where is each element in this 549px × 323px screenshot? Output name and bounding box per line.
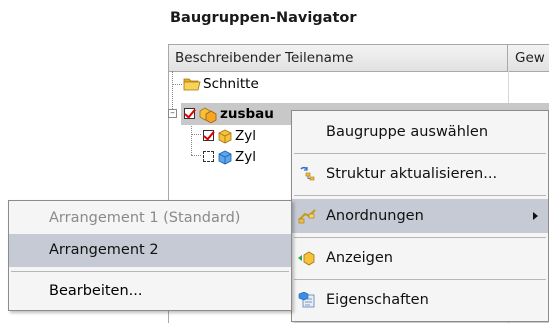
menu-item-refresh-structure[interactable]: Struktur aktualisieren... [292,157,548,191]
menu-item-label: Baugruppe auswählen [326,124,489,140]
properties-icon [298,292,315,308]
panel-title: Baugruppen-Navigator [170,10,357,26]
tree-row-label: Zyl [235,149,256,165]
submenu-item-label: Bearbeiten... [49,283,143,299]
menu-item-show[interactable]: Anzeigen [292,241,548,275]
column-header-weight[interactable]: Gew [515,45,545,71]
folder-open-icon [183,78,201,91]
tree-row-label: Schnitte [203,76,259,92]
refresh-structure-icon [300,166,315,181]
menu-separator [294,279,546,280]
context-menu: Baugruppe auswählen Struktur aktualisier… [291,110,549,322]
menu-item-label: Anordnungen [326,208,424,224]
submenu-arrow-icon [533,212,538,220]
arrangements-submenu: Arrangement 1 (Standard) Arrangement 2 B… [8,200,292,311]
submenu-item-arrangement-1[interactable]: Arrangement 1 (Standard) [9,202,291,235]
menu-separator [11,271,289,272]
menu-item-label: Struktur aktualisieren... [326,166,498,182]
collapse-toggle[interactable]: – [168,109,177,118]
menu-separator [294,237,546,238]
arrangements-icon [298,209,316,224]
tree-line [172,84,182,85]
menu-separator [294,195,546,196]
visibility-checkbox[interactable] [203,151,214,162]
tree-line [191,134,201,135]
visibility-checkbox[interactable] [203,130,214,141]
visibility-checkbox[interactable] [184,108,195,119]
submenu-item-label: Arrangement 2 [49,242,159,258]
submenu-item-label: Arrangement 1 (Standard) [49,210,241,226]
menu-item-label: Anzeigen [326,250,393,266]
part-icon [218,129,232,144]
menu-item-arrangements[interactable]: Anordnungen [292,199,548,233]
submenu-item-edit[interactable]: Bearbeiten... [9,275,291,308]
tree-row-label: zusbau [220,106,274,122]
menu-item-label: Eigenschaften [326,292,429,308]
submenu-item-arrangement-2[interactable]: Arrangement 2 [9,234,291,267]
menu-separator [294,153,546,154]
tree-header: Beschreibender Teilename Gew [169,45,549,72]
menu-item-select-assembly[interactable]: Baugruppe auswählen [292,115,548,149]
tree-row-label: Zyl [235,128,256,144]
tree-line [191,155,201,156]
column-header-name[interactable]: Beschreibender Teilename [169,45,508,71]
part-icon [218,150,232,165]
menu-item-properties[interactable]: Eigenschaften [292,283,548,317]
show-icon [298,251,315,266]
tree-line [172,71,173,113]
assembly-icon [199,107,217,123]
